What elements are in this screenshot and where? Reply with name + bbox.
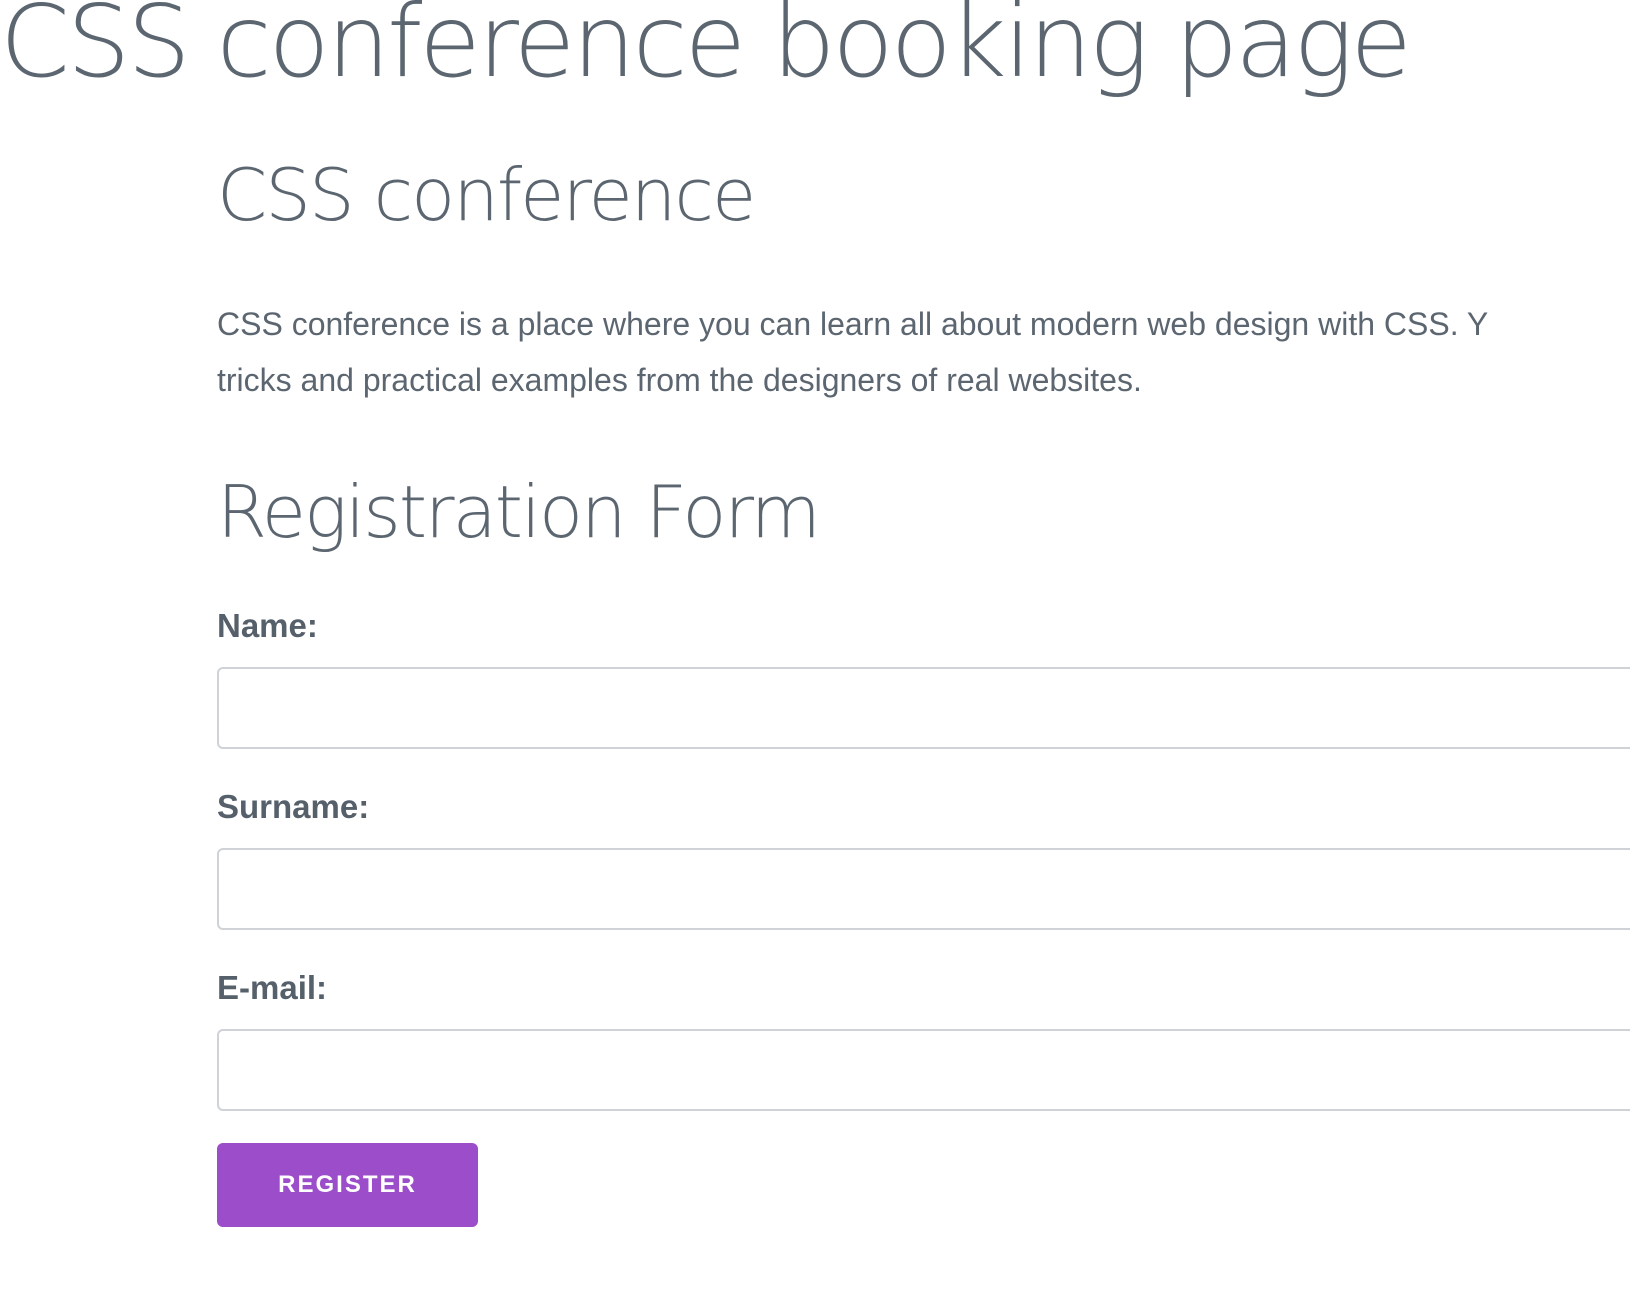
email-label: E-mail: <box>217 969 328 1006</box>
email-input[interactable] <box>217 1029 1630 1111</box>
registration-form: Name: Surname: E-mail: REGISTER <box>217 606 1630 1227</box>
main-content: CSS conference CSS conference is a place… <box>217 150 1630 1227</box>
name-input[interactable] <box>217 667 1630 749</box>
registration-form-title: Registration Form <box>217 470 821 554</box>
surname-input[interactable] <box>217 848 1630 930</box>
conference-title: CSS conference <box>217 153 756 237</box>
name-label: Name: <box>217 607 318 644</box>
conference-description: CSS conference is a place where you can … <box>217 296 1630 408</box>
register-button[interactable]: REGISTER <box>217 1143 478 1227</box>
page-title: CSS conference booking page <box>0 0 1412 100</box>
conference-description-line-1: CSS conference is a place where you can … <box>217 306 1489 342</box>
surname-label: Surname: <box>217 788 370 825</box>
conference-description-line-2: tricks and practical examples from the d… <box>217 362 1142 398</box>
